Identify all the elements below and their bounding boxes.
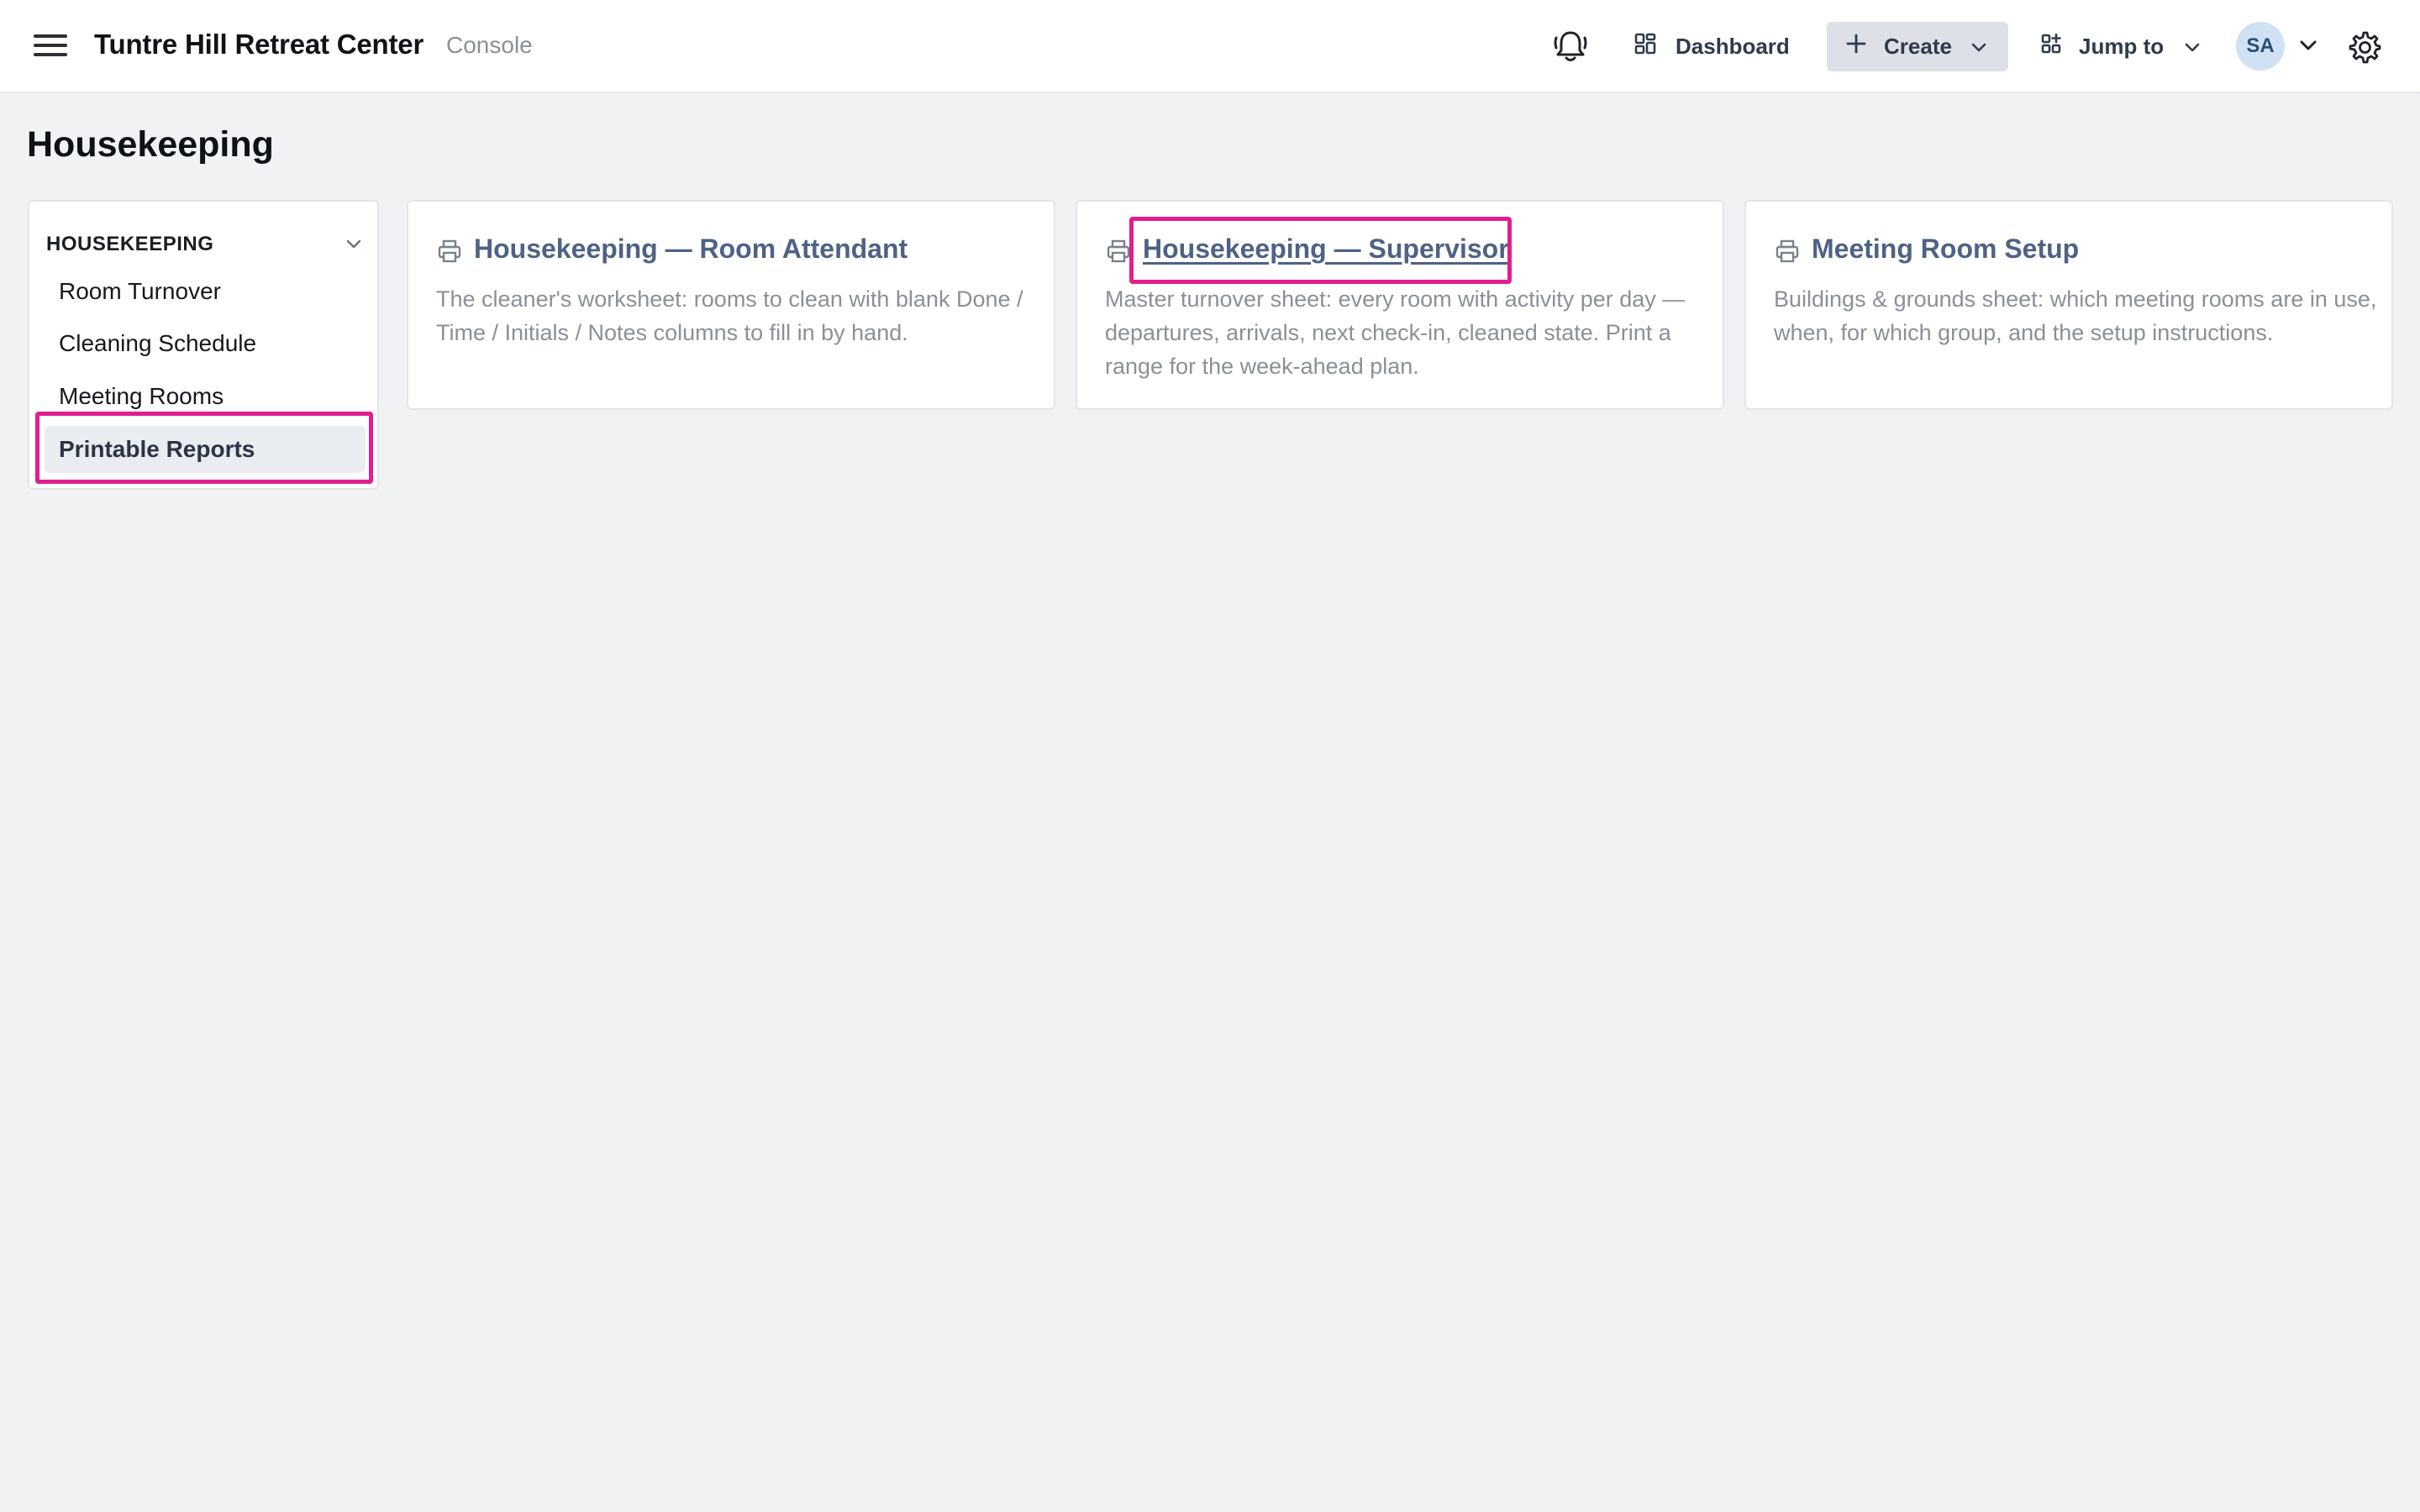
sidebar-item-cleaning-schedule[interactable]: Cleaning Schedule: [45, 320, 366, 367]
dashboard-grid-icon: [1634, 32, 1657, 61]
app-subtitle: Console: [446, 32, 533, 58]
menu-icon[interactable]: [34, 32, 67, 59]
create-label: Create: [1884, 34, 1952, 59]
plus-icon: [1845, 33, 1867, 60]
top-bar: Tuntre Hill Retreat Center Console Dashb…: [0, 0, 2420, 93]
sidebar: HOUSEKEEPING Room Turnover Cleaning Sche…: [28, 200, 379, 490]
printer-icon: [437, 239, 462, 264]
page-title: Housekeeping: [27, 124, 274, 165]
dashboard-button[interactable]: Dashboard: [1634, 22, 1790, 71]
report-card-description: The cleaner's worksheet: rooms to clean …: [436, 286, 1023, 345]
report-card-room-attendant[interactable]: Housekeeping — Room Attendant The cleane…: [407, 200, 1055, 410]
app-title[interactable]: Tuntre Hill Retreat Center: [94, 29, 424, 60]
apps-icon: [2040, 32, 2064, 61]
report-card-title[interactable]: Housekeeping — Supervisor: [1143, 234, 1509, 265]
gear-icon[interactable]: [2348, 30, 2381, 64]
report-card-supervisor[interactable]: Housekeeping — Supervisor Master turnove…: [1076, 200, 1724, 410]
sidebar-item-meeting-rooms[interactable]: Meeting Rooms: [45, 373, 366, 420]
report-card-title[interactable]: Meeting Room Setup: [1812, 234, 2079, 265]
notifications-bell-icon[interactable]: [1549, 28, 1591, 65]
report-card-meeting-room-setup[interactable]: Meeting Room Setup Buildings & grounds s…: [1744, 200, 2393, 410]
chevron-down-icon[interactable]: [2296, 35, 2320, 57]
sidebar-section-label: HOUSEKEEPING: [46, 233, 214, 255]
chevron-down-icon: [2184, 34, 2201, 60]
chevron-down-icon: [1970, 34, 1987, 60]
sidebar-section-header[interactable]: HOUSEKEEPING: [46, 229, 364, 260]
jump-to-label: Jump to: [2079, 34, 2165, 59]
sidebar-item-printable-reports[interactable]: Printable Reports: [45, 426, 366, 473]
user-avatar[interactable]: SA: [2236, 22, 2285, 71]
report-card-description: Buildings & grounds sheet: which meeting…: [1774, 286, 2377, 345]
sidebar-item-room-turnover[interactable]: Room Turnover: [45, 268, 366, 315]
dashboard-label: Dashboard: [1676, 34, 1790, 59]
report-card-description: Master turnover sheet: every room with a…: [1105, 286, 1686, 379]
printer-icon: [1775, 239, 1800, 264]
chevron-down-icon: [344, 236, 364, 253]
create-button[interactable]: Create: [1827, 22, 2008, 71]
report-card-title[interactable]: Housekeeping — Room Attendant: [474, 234, 908, 265]
jump-to-button[interactable]: Jump to: [2040, 22, 2202, 71]
printer-icon: [1106, 239, 1131, 264]
